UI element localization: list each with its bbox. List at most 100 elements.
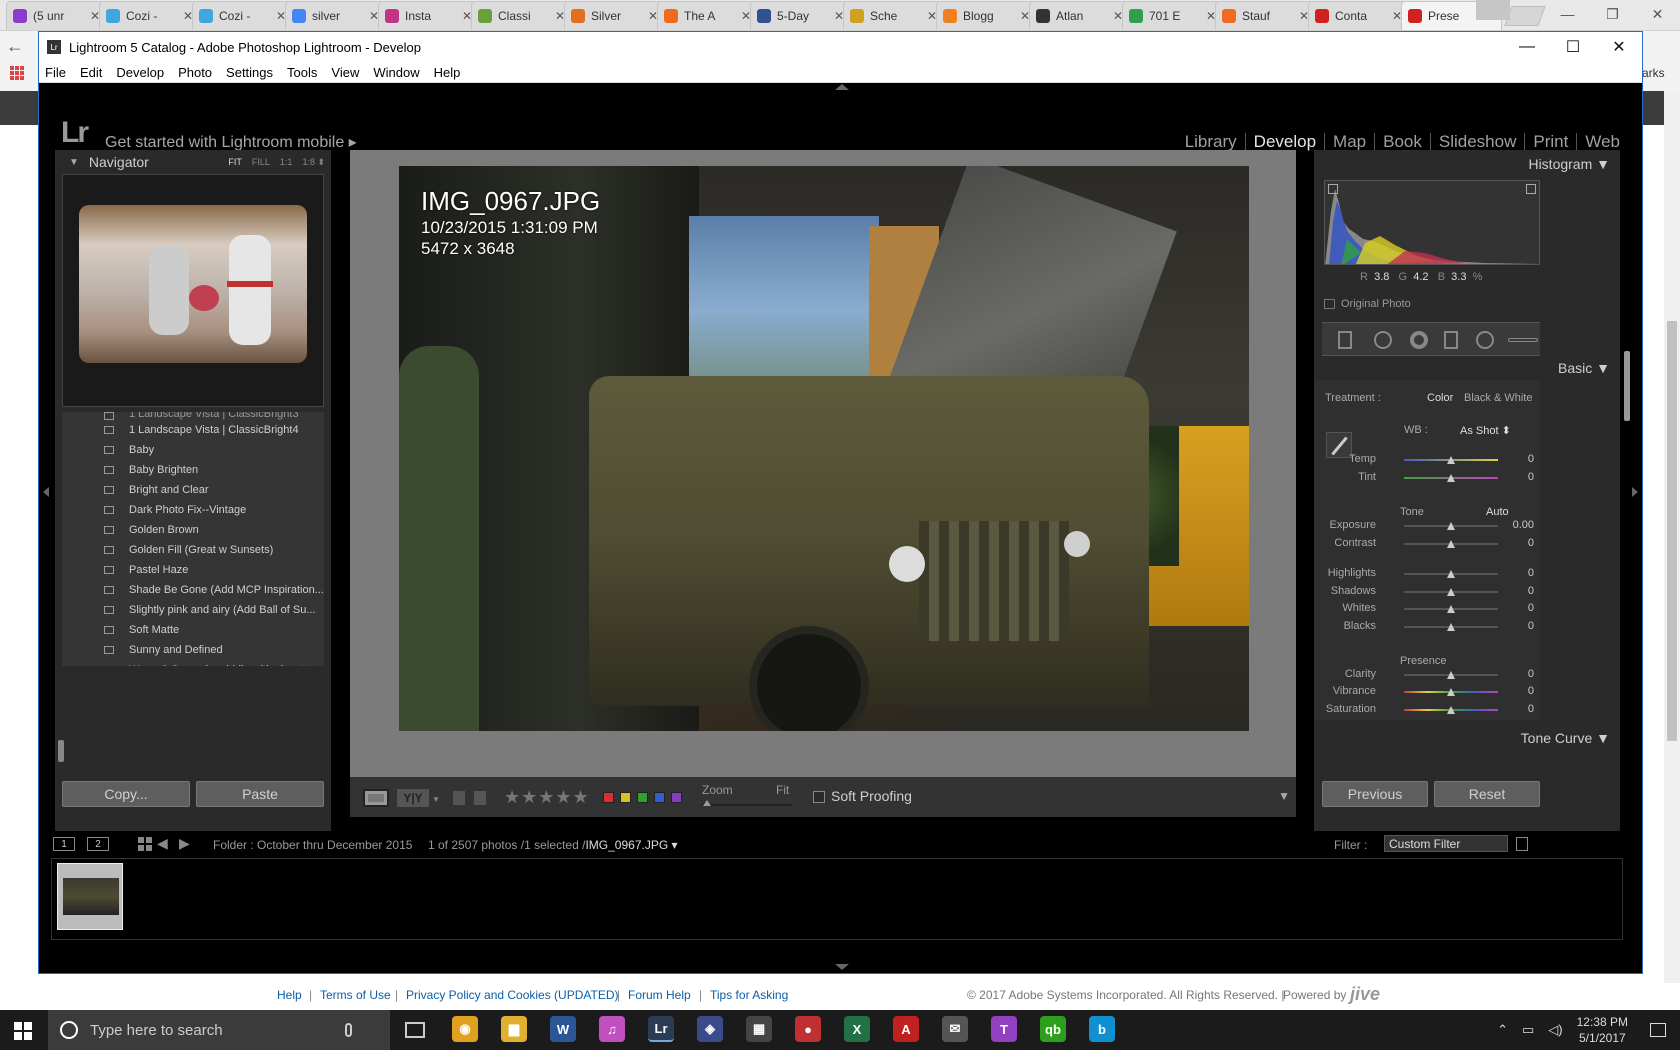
slider-clarity[interactable]: Clarity 0 (1314, 666, 1540, 684)
preset-item[interactable]: Shade Be Gone (Add MCP Inspiration... (62, 580, 324, 600)
tux-paint-icon[interactable]: T (991, 1016, 1017, 1042)
slider-value[interactable]: 0 (1528, 567, 1534, 579)
preset-item[interactable]: 1 Landscape Vista | ClassicBright3 (62, 412, 324, 420)
collapse-triangle-icon[interactable]: ▼ (69, 157, 79, 168)
module-library[interactable]: Library (1177, 132, 1245, 152)
module-map[interactable]: Map (1325, 132, 1374, 152)
preset-item[interactable]: Baby (62, 440, 324, 460)
browser-tab[interactable]: Atlan ✕ (1029, 1, 1130, 30)
preset-item[interactable]: Soft Matte (62, 620, 324, 640)
file-explorer-icon[interactable]: ▆ (501, 1016, 527, 1042)
treatment-color-option[interactable]: Color (1427, 392, 1453, 404)
zoom-slider-knob[interactable] (703, 800, 711, 806)
footer-link-help[interactable]: Help (277, 988, 302, 1002)
browser-tab[interactable]: Classi ✕ (471, 1, 572, 30)
crop-tool-icon[interactable] (1338, 331, 1352, 349)
acrobat-icon[interactable]: A (893, 1016, 919, 1042)
preset-item[interactable]: 1 Landscape Vista | ClassicBright4 (62, 420, 324, 440)
red-eye-icon[interactable] (1410, 331, 1428, 349)
slider-knob[interactable] (1447, 540, 1455, 548)
zoom-fill-option[interactable]: FILL (252, 157, 270, 168)
browser-tab[interactable]: 701 E ✕ (1122, 1, 1223, 30)
browser-tab[interactable]: The A ✕ (657, 1, 758, 30)
app-red-icon[interactable]: ● (795, 1016, 821, 1042)
module-book[interactable]: Book (1375, 132, 1430, 152)
slider-value[interactable]: 0 (1528, 620, 1534, 632)
task-view-icon[interactable] (405, 1022, 425, 1038)
menu-window[interactable]: Window (373, 65, 419, 80)
taskbar-search-box[interactable]: Type here to search (48, 1010, 390, 1050)
slider-value[interactable]: 0 (1528, 585, 1534, 597)
grid-view-icon[interactable] (138, 837, 152, 851)
profile-button[interactable] (1476, 0, 1510, 20)
navigator-preview[interactable] (62, 174, 324, 407)
filter-lock-icon[interactable] (1516, 837, 1528, 851)
slider-knob[interactable] (1447, 688, 1455, 696)
spot-removal-icon[interactable] (1374, 331, 1392, 349)
blurb-icon[interactable]: b (1089, 1016, 1115, 1042)
browser-tab[interactable]: 5-Day ✕ (750, 1, 851, 30)
pick-flag-icon[interactable] (453, 791, 465, 805)
browser-tab[interactable]: Conta ✕ (1308, 1, 1409, 30)
tone-curve-header[interactable]: Tone Curve ▼ (1521, 730, 1610, 746)
slider-shadows[interactable]: Shadows 0 (1314, 583, 1540, 601)
preset-item[interactable]: Warm & Sunny in middle with vignette (62, 660, 324, 666)
tray-chevron-icon[interactable]: ⌃ (1497, 1022, 1508, 1038)
lightroom-icon[interactable]: Lr (648, 1016, 674, 1042)
browser-tab[interactable]: Insta ✕ (378, 1, 479, 30)
slider-blacks[interactable]: Blacks 0 (1314, 618, 1540, 636)
menu-photo[interactable]: Photo (178, 65, 212, 80)
slider-tint[interactable]: Tint 0 (1314, 469, 1540, 487)
color-label-swatch[interactable] (671, 792, 682, 803)
footer-link-terms[interactable]: Terms of Use (320, 988, 391, 1002)
main-photo[interactable]: IMG_0967.JPG 10/23/2015 1:31:09 PM 5472 … (399, 166, 1249, 731)
reject-flag-icon[interactable] (474, 791, 486, 805)
browser-tab[interactable]: Cozi - ✕ (192, 1, 293, 30)
scrollbar-thumb[interactable] (1667, 321, 1677, 741)
slider-temp[interactable]: Temp 0 (1314, 451, 1540, 469)
microphone-icon[interactable] (345, 1023, 352, 1037)
slider-highlights[interactable]: Highlights 0 (1314, 565, 1540, 583)
excel-icon[interactable]: X (844, 1016, 870, 1042)
original-photo-checkbox[interactable] (1324, 299, 1335, 309)
preset-item[interactable]: Pastel Haze (62, 560, 324, 580)
app-blue-icon[interactable]: ◈ (697, 1016, 723, 1042)
footer-link-tips[interactable]: Tips for Asking (710, 988, 788, 1002)
top-panel-toggle-icon[interactable] (835, 84, 849, 90)
apps-grid-icon[interactable] (10, 66, 24, 80)
browser-tab[interactable]: silver ✕ (285, 1, 386, 30)
zoom-slider[interactable] (702, 804, 792, 806)
preset-item[interactable]: Slightly pink and airy (Add Ball of Su..… (62, 600, 324, 620)
graduated-filter-icon[interactable] (1444, 331, 1458, 349)
slider-knob[interactable] (1447, 671, 1455, 679)
minimize-icon[interactable]: — (1545, 0, 1590, 28)
navigator-header[interactable]: ▼ Navigator FIT FILL 1:1 1:8 ⬍ (55, 150, 331, 174)
module-web[interactable]: Web (1577, 132, 1628, 152)
volume-icon[interactable]: ◁) (1548, 1022, 1562, 1038)
chrome-icon[interactable]: ◉ (452, 1016, 478, 1042)
color-label-swatch[interactable] (603, 792, 614, 803)
get-started-mobile-link[interactable]: Get started with Lightroom mobile ▸ (105, 132, 357, 152)
minimize-icon[interactable]: — (1504, 32, 1550, 62)
calculator-icon[interactable]: ▦ (746, 1016, 772, 1042)
close-icon[interactable]: ✕ (1596, 32, 1642, 62)
copy-settings-button[interactable]: Copy... (62, 781, 190, 807)
shadow-clipping-icon[interactable] (1328, 184, 1338, 194)
loupe-view-icon[interactable] (363, 789, 389, 807)
quickbooks-icon[interactable]: qb (1040, 1016, 1066, 1042)
browser-tab[interactable]: Silver ✕ (564, 1, 665, 30)
preset-item[interactable]: Golden Brown (62, 520, 324, 540)
footer-link-privacy[interactable]: Privacy Policy and Cookies (UPDATED) (406, 988, 619, 1002)
slider-knob[interactable] (1447, 474, 1455, 482)
browser-tab[interactable]: Cozi - ✕ (99, 1, 200, 30)
photo-count[interactable]: 1 of 2507 photos /1 selected /IMG_0967.J… (428, 838, 678, 852)
preset-item[interactable]: Golden Fill (Great w Sunsets) (62, 540, 324, 560)
basic-header[interactable]: Basic ▼ (1558, 360, 1610, 376)
right-panel-toggle-icon[interactable] (1632, 487, 1638, 497)
browser-tab[interactable]: (5 unr ✕ (6, 1, 107, 30)
slider-knob[interactable] (1447, 706, 1455, 714)
menu-tools[interactable]: Tools (287, 65, 317, 80)
forward-arrow-icon[interactable]: ▶ (179, 835, 190, 852)
secondary-window-button[interactable]: 2 (87, 837, 109, 851)
filmstrip-thumbnail[interactable] (57, 863, 123, 930)
